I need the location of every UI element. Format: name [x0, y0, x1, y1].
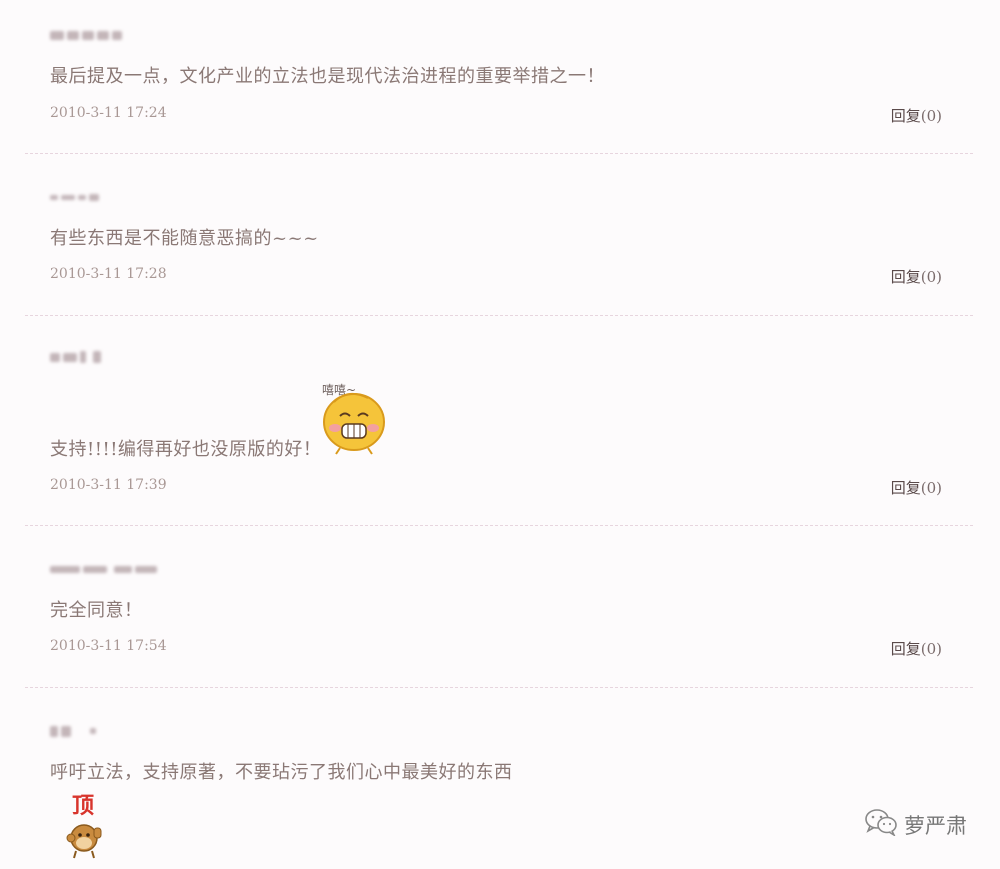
reply-count: (0) [920, 268, 942, 286]
comment-author-blurred[interactable] [50, 724, 96, 738]
reply-label[interactable]: 回复 [891, 640, 921, 658]
comment-author-blurred[interactable] [50, 28, 122, 42]
reply-count: (0) [920, 479, 942, 497]
reply-label[interactable]: 回复 [891, 479, 921, 497]
emoticon-caption: 顶 [72, 794, 94, 819]
reply-count: (0) [920, 107, 942, 125]
reply-label[interactable]: 回复 [891, 107, 921, 125]
comment-time: 2010-3-11 17:54 [50, 638, 167, 654]
grinning-bun-emoticon: 嘻嘻~ [318, 378, 390, 460]
monkey-thumbs-up-emoticon: 顶 [64, 788, 108, 866]
reply-button[interactable]: 回复(0) [891, 477, 942, 498]
comment-content: 支持!!!!编得再好也没原版的好！ [50, 439, 322, 460]
comment-content: 最后提及一点，文化产业的立法也是现代法治进程的重要举措之一！ [50, 66, 605, 87]
watermark-text: 萝严肃 [904, 813, 967, 838]
comment-time: 2010-3-11 17:39 [50, 477, 167, 493]
comment-author-blurred[interactable] [50, 350, 101, 364]
wechat-watermark: 萝严肃 [864, 808, 967, 841]
divider [25, 687, 973, 688]
comment-author-blurred[interactable] [50, 190, 99, 204]
reply-count: (0) [920, 640, 942, 658]
reply-button[interactable]: 回复(0) [891, 266, 942, 287]
comment-content: 完全同意！ [50, 600, 143, 621]
comment-time: 2010-3-11 17:24 [50, 105, 167, 121]
wechat-icon [864, 808, 898, 841]
divider [25, 153, 973, 154]
comment-content: 有些东西是不能随意恶搞的~~~ [50, 228, 319, 249]
divider [25, 525, 973, 526]
reply-button[interactable]: 回复(0) [891, 105, 942, 126]
reply-button[interactable]: 回复(0) [891, 638, 942, 659]
comment-content: 呼吁立法，支持原著，不要玷污了我们心中最美好的东西 [50, 762, 513, 783]
divider [25, 315, 973, 316]
reply-label[interactable]: 回复 [891, 268, 921, 286]
comment-author-blurred[interactable] [50, 562, 157, 576]
comment-time: 2010-3-11 17:28 [50, 266, 167, 282]
